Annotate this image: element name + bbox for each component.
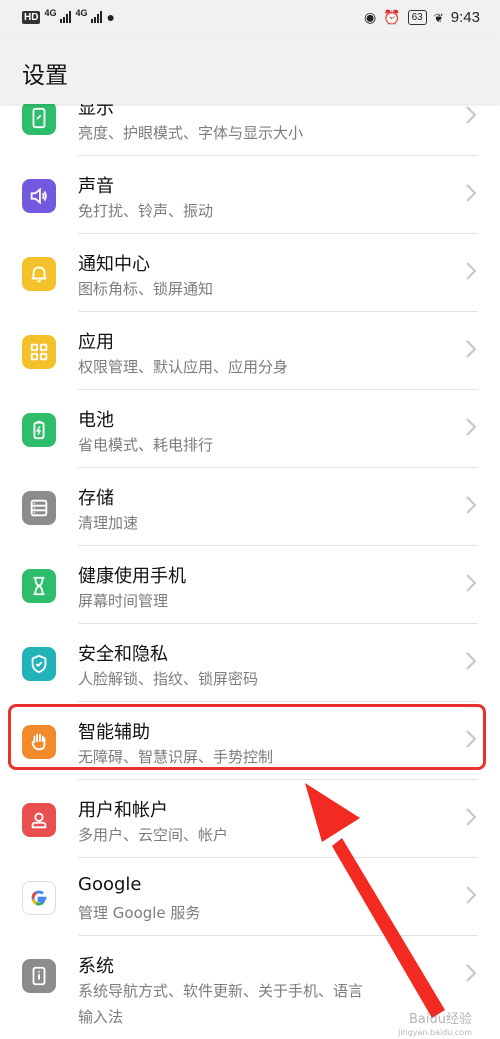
shield-icon xyxy=(22,647,56,681)
item-title: 存储 xyxy=(78,488,114,509)
item-subtitle: 系统导航方式、软件更新、关于手机、语言 xyxy=(78,982,364,1000)
display-icon xyxy=(22,101,56,135)
signal-icon-2 xyxy=(91,11,103,23)
eye-comfort-icon: ◉ xyxy=(363,9,377,25)
item-subtitle: 多用户、云空间、帐户 xyxy=(78,826,229,844)
item-title: 系统 xyxy=(78,956,114,977)
settings-item-battery[interactable]: 电池 省电模式、耗电排行 xyxy=(0,390,500,468)
item-title: 用户和帐户 xyxy=(78,800,168,821)
status-bar: HD 4G 4G ● ◉ ⏰ 63 ❦ 9:43 xyxy=(0,0,500,36)
annotation-highlight-box xyxy=(8,704,486,770)
chevron-right-icon xyxy=(466,808,476,826)
watermark: Baidu经验 xyxy=(409,1012,472,1027)
chevron-right-icon xyxy=(466,340,476,358)
apps-grid-icon xyxy=(22,335,56,369)
clock: 9:43 xyxy=(450,9,480,26)
speaker-icon xyxy=(22,179,56,213)
settings-item-apps[interactable]: 应用 权限管理、默认应用、应用分身 xyxy=(0,312,500,390)
chevron-right-icon xyxy=(466,418,476,436)
item-subtitle: 屏幕时间管理 xyxy=(78,592,169,610)
chevron-right-icon xyxy=(466,574,476,592)
page-title: 设置 xyxy=(22,63,68,89)
status-right: ◉ ⏰ 63 ❦ 9:43 xyxy=(364,9,480,26)
settings-item-google[interactable]: Google 管理 Google 服务 xyxy=(0,858,500,936)
settings-item-users-accounts[interactable]: 用户和帐户 多用户、云空间、帐户 xyxy=(0,780,500,858)
chevron-right-icon xyxy=(466,262,476,280)
item-subtitle: 人脸解锁、指纹、锁屏密码 xyxy=(78,670,259,688)
chevron-right-icon xyxy=(466,184,476,202)
item-subtitle: 清理加速 xyxy=(78,514,139,532)
settings-item-notifications[interactable]: 通知中心 图标角标、锁屏通知 xyxy=(0,234,500,312)
hd-badge: HD xyxy=(22,10,41,24)
item-subtitle: 权限管理、默认应用、应用分身 xyxy=(78,358,289,376)
power-saving-leaf-icon: ❦ xyxy=(433,10,444,25)
item-subtitle-line2: 输入法 xyxy=(78,1008,124,1026)
user-icon xyxy=(22,803,56,837)
battery-icon xyxy=(22,413,56,447)
item-title: 安全和隐私 xyxy=(78,644,168,665)
chevron-right-icon xyxy=(466,496,476,514)
settings-item-security-privacy[interactable]: 安全和隐私 人脸解锁、指纹、锁屏密码 xyxy=(0,624,500,702)
chevron-right-icon xyxy=(466,964,476,982)
alarm-icon: ⏰ xyxy=(383,9,401,25)
item-subtitle: 亮度、护眼模式、字体与显示大小 xyxy=(78,124,304,142)
item-title: 声音 xyxy=(78,176,114,197)
item-subtitle: 省电模式、耗电排行 xyxy=(78,436,214,454)
app-header: 设置 xyxy=(0,36,500,104)
item-subtitle: 免打扰、铃声、振动 xyxy=(78,202,214,220)
network-type-2: 4G xyxy=(75,8,88,18)
network-type-1: 4G xyxy=(44,8,57,18)
hourglass-icon xyxy=(22,569,56,603)
settings-item-digital-balance[interactable]: 健康使用手机 屏幕时间管理 xyxy=(0,546,500,624)
chevron-right-icon xyxy=(466,886,476,904)
item-title: 应用 xyxy=(78,332,114,353)
settings-item-storage[interactable]: 存储 清理加速 xyxy=(0,468,500,546)
watermark-url: jingyan.baidu.com xyxy=(398,1028,472,1037)
battery-level: 63 xyxy=(407,10,427,25)
settings-item-sound[interactable]: 声音 免打扰、铃声、振动 xyxy=(0,156,500,234)
system-info-icon xyxy=(22,959,56,993)
bell-icon xyxy=(22,257,56,291)
signal-icon xyxy=(60,11,72,23)
item-title: 健康使用手机 xyxy=(78,566,186,587)
item-title: 电池 xyxy=(78,410,114,431)
item-title: Google xyxy=(78,874,142,895)
message-icon: ● xyxy=(106,9,115,25)
item-title: 通知中心 xyxy=(78,254,150,275)
item-subtitle: 管理 Google 服务 xyxy=(78,904,201,922)
item-subtitle: 图标角标、锁屏通知 xyxy=(78,280,214,298)
storage-icon xyxy=(22,491,56,525)
chevron-right-icon xyxy=(466,106,476,124)
chevron-right-icon xyxy=(466,652,476,670)
google-icon xyxy=(22,881,56,915)
status-left: HD 4G 4G ● xyxy=(22,8,115,25)
